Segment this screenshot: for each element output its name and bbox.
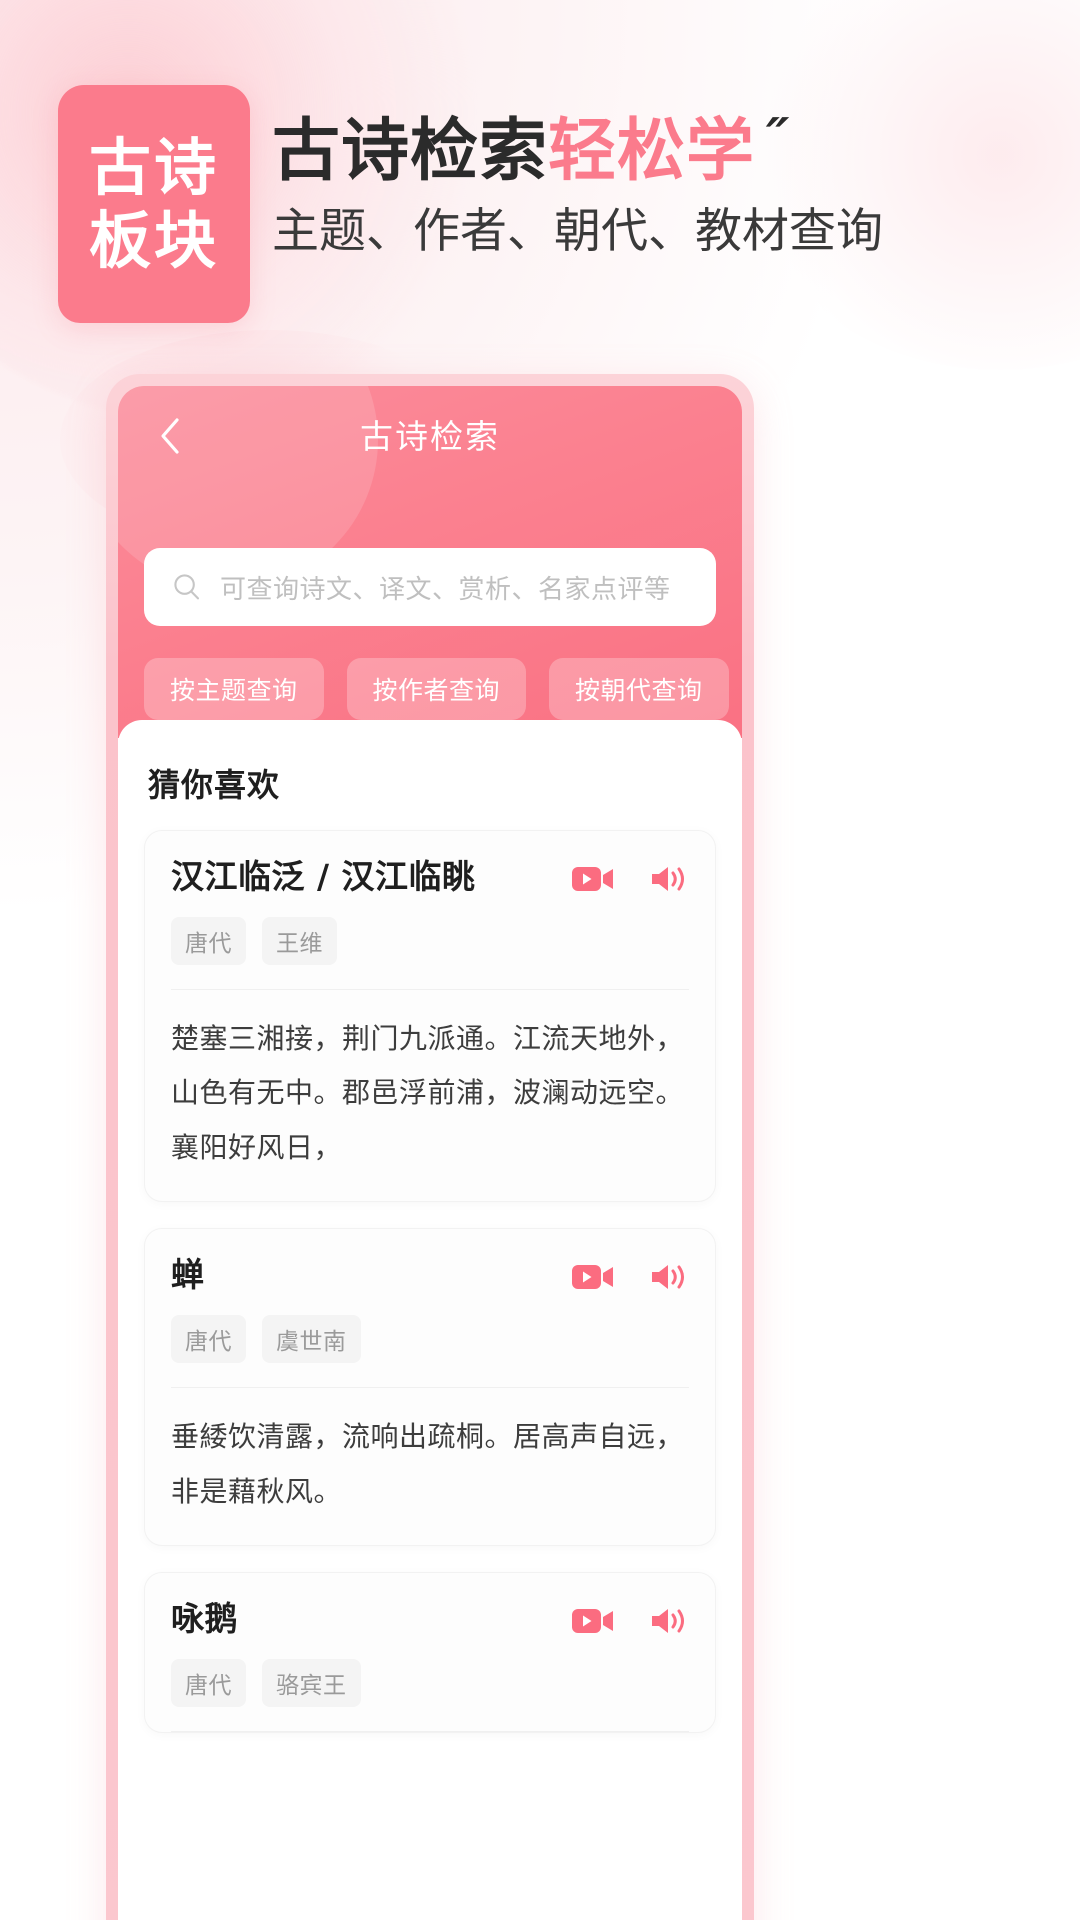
poem-card-actions	[571, 1599, 689, 1637]
section-badge: 古诗 板块	[58, 85, 250, 323]
poem-tag-row: 唐代 骆宾王	[171, 1658, 689, 1707]
back-button[interactable]	[148, 414, 192, 458]
poem-tag-row: 唐代 虞世南	[171, 1314, 689, 1363]
section-badge-line-1: 古诗	[88, 130, 219, 204]
poem-card-actions	[571, 857, 689, 895]
chevron-left-icon	[161, 418, 179, 454]
promo-header: 古诗 板块 古诗检索轻松学 ″ 主题、作者、朝代、教材查询	[0, 0, 1080, 330]
chip-by-theme[interactable]: 按主题查询	[144, 658, 324, 720]
search-bar[interactable]: 可查询诗文、译文、赏析、名家点评等	[144, 548, 716, 626]
app-content-section: 猜你喜欢 汉江临泛 / 汉江临眺 唐代 王维 楚塞三湘接，荆门九派通。江流天地外…	[118, 720, 742, 1920]
card-divider	[171, 1730, 689, 1732]
poem-dynasty-tag: 唐代	[171, 916, 246, 965]
quote-mark-icon: ″	[754, 108, 793, 168]
promo-headline: 古诗检索轻松学	[272, 118, 755, 186]
poem-card[interactable]: 蝉 唐代 虞世南 垂緌饮清露，流响出疏桐。居高声自远，非是藉秋风。	[144, 1228, 716, 1547]
poem-author-tag: 虞世南	[262, 1314, 361, 1363]
poem-card[interactable]: 汉江临泛 / 汉江临眺 唐代 王维 楚塞三湘接，荆门九派通。江流天地外，山色有无…	[144, 830, 716, 1203]
chip-by-author[interactable]: 按作者查询	[346, 658, 527, 720]
speaker-icon[interactable]	[649, 1261, 689, 1293]
poem-title: 蝉	[171, 1255, 205, 1295]
phone-screen: 古诗检索 可查询诗文、译文、赏析、名家点评等 按主题查询 按作者查询 按朝代查询…	[118, 386, 742, 1920]
poem-title: 汉江临泛 / 汉江临眺	[171, 857, 476, 896]
video-icon[interactable]	[571, 863, 615, 895]
promo-headline-dark: 古诗检索	[272, 112, 549, 191]
poem-title: 咏鹅	[171, 1599, 238, 1639]
promo-subheadline: 主题、作者、朝代、教材查询	[272, 204, 883, 259]
poem-card-header: 蝉	[171, 1255, 689, 1295]
poem-card[interactable]: 咏鹅 唐代 骆宾王	[144, 1572, 716, 1733]
section-heading-recommend: 猜你喜欢	[148, 766, 281, 804]
poem-author-tag: 骆宾王	[262, 1658, 361, 1707]
poem-card-header: 咏鹅	[171, 1599, 689, 1639]
poem-excerpt: 垂緌饮清露，流响出疏桐。居高声自远，非是藉秋风。	[171, 1419, 685, 1508]
chip-by-dynasty[interactable]: 按朝代查询	[549, 658, 729, 720]
filter-chip-row[interactable]: 按主题查询 按作者查询 按朝代查询 按教材查询	[144, 658, 742, 720]
search-input[interactable]: 可查询诗文、译文、赏析、名家点评等	[220, 569, 671, 606]
poem-card-actions	[571, 1255, 689, 1293]
phone-mockup-frame: 古诗检索 可查询诗文、译文、赏析、名家点评等 按主题查询 按作者查询 按朝代查询…	[106, 374, 754, 1920]
section-badge-line-2: 板块	[88, 204, 219, 277]
video-icon[interactable]	[571, 1605, 615, 1637]
poem-tag-row: 唐代 王维	[171, 916, 689, 965]
page-root: 古诗 板块 古诗检索轻松学 ″ 主题、作者、朝代、教材查询 古诗检索 可查询诗文…	[0, 0, 1080, 1920]
app-navbar: 古诗检索	[118, 386, 742, 482]
poem-dynasty-tag: 唐代	[171, 1658, 246, 1707]
poem-card-header: 汉江临泛 / 汉江临眺	[171, 857, 689, 897]
speaker-icon[interactable]	[649, 863, 689, 895]
poem-author-tag: 王维	[262, 916, 337, 965]
speaker-icon[interactable]	[649, 1605, 689, 1637]
video-icon[interactable]	[571, 1261, 615, 1293]
app-page-title: 古诗检索	[360, 417, 500, 456]
search-icon	[174, 574, 200, 600]
promo-headline-pink: 轻松学	[548, 112, 756, 191]
app-top-section: 古诗检索 可查询诗文、译文、赏析、名家点评等 按主题查询 按作者查询 按朝代查询…	[118, 386, 742, 738]
poem-excerpt: 楚塞三湘接，荆门九派通。江流天地外，山色有无中。郡邑浮前浦，波澜动远空。襄阳好风…	[171, 1021, 685, 1164]
poem-dynasty-tag: 唐代	[171, 1314, 246, 1363]
